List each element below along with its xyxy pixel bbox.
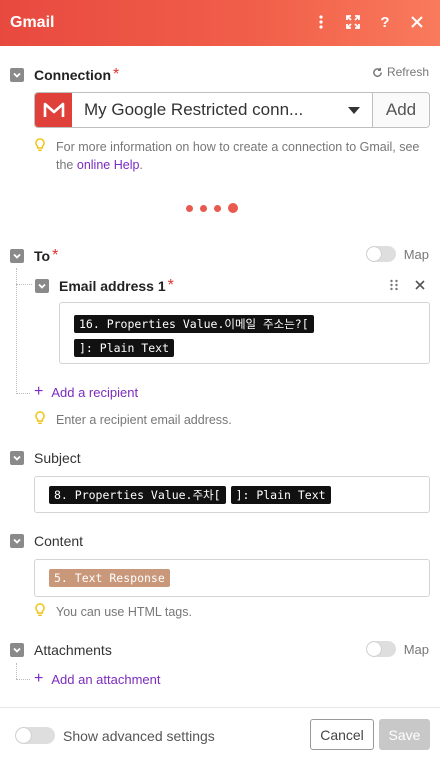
loading-dot <box>200 204 207 212</box>
required-mark: * <box>52 247 59 264</box>
refresh-button[interactable]: Refresh <box>372 65 429 79</box>
add-attachment-link[interactable]: + Add an attachment <box>34 671 160 687</box>
add-recipient-label: Add a recipient <box>51 384 139 400</box>
collapse-checkbox-icon[interactable] <box>10 451 24 465</box>
more-options-icon[interactable] <box>312 13 330 31</box>
connection-hint: For more information on how to create a … <box>34 138 424 174</box>
tree-connector <box>16 393 30 394</box>
connection-select: My Google Restricted conn... Add <box>34 92 430 128</box>
collapse-checkbox-icon[interactable] <box>10 249 24 263</box>
required-mark: * <box>113 66 120 83</box>
to-label: To <box>34 248 51 264</box>
recipient-hint-text: Enter a recipient email address. <box>56 413 232 427</box>
mapped-variable-pill[interactable]: 8. Properties Value.주차[ <box>49 485 226 504</box>
content-hint-text: You can use HTML tags. <box>56 605 192 619</box>
tree-connector <box>16 268 17 394</box>
plus-icon: + <box>34 670 44 687</box>
lightbulb-icon <box>34 411 48 430</box>
collapse-checkbox-icon[interactable] <box>10 68 24 82</box>
add-recipient-link[interactable]: + Add a recipient <box>34 384 138 400</box>
connection-selected-value: My Google Restricted conn... <box>84 100 304 119</box>
subject-section-header: Subject <box>10 450 81 466</box>
attachments-map-toggle[interactable]: Map <box>365 641 429 657</box>
refresh-icon <box>373 67 382 77</box>
advanced-settings-toggle[interactable]: Show advanced settings <box>15 727 215 744</box>
subject-input[interactable]: 8. Properties Value.주차[ ]: Plain Text <box>34 476 430 513</box>
mapped-variable-pill[interactable]: 5. Text Response <box>49 569 170 587</box>
loading-dot <box>186 204 193 212</box>
tree-connector <box>16 284 32 285</box>
cancel-button[interactable]: Cancel <box>310 719 374 750</box>
collapse-checkbox-icon[interactable] <box>35 279 49 293</box>
content-hint: You can use HTML tags. <box>34 603 192 622</box>
email-item-header: Email address 1 * <box>35 277 174 295</box>
help-icon[interactable]: ? <box>376 13 394 31</box>
mapped-variable-pill[interactable]: ]: Plain Text <box>230 485 331 504</box>
advanced-settings-label: Show advanced settings <box>63 727 215 744</box>
expand-icon[interactable] <box>344 13 362 31</box>
collapse-checkbox-icon[interactable] <box>10 534 24 548</box>
connection-section-header: Connection * <box>10 66 119 84</box>
close-icon[interactable] <box>408 13 426 31</box>
tree-connector <box>16 679 30 680</box>
content-input[interactable]: 5. Text Response <box>34 559 430 597</box>
subject-label: Subject <box>34 450 81 466</box>
save-button[interactable]: Save <box>379 719 430 750</box>
plus-icon: + <box>34 383 44 400</box>
map-toggle-switch[interactable] <box>365 641 396 657</box>
attachments-label: Attachments <box>34 642 112 658</box>
required-mark: * <box>167 277 174 294</box>
panel-header: Gmail ? <box>0 0 440 46</box>
gmail-logo-icon <box>35 93 72 127</box>
advanced-toggle-switch[interactable] <box>15 727 55 744</box>
panel-title: Gmail <box>10 14 55 31</box>
hint-period: . <box>139 158 143 172</box>
to-map-toggle[interactable]: Map <box>365 246 429 262</box>
lightbulb-icon <box>34 603 48 622</box>
add-attachment-label: Add an attachment <box>51 671 161 687</box>
content-section-header: Content <box>10 533 83 549</box>
online-help-link[interactable]: online Help <box>77 158 140 172</box>
to-section-header: To * <box>10 247 58 265</box>
map-label: Map <box>403 641 429 657</box>
panel-footer: Show advanced settings Cancel Save <box>0 707 440 757</box>
map-toggle-switch[interactable] <box>365 246 396 262</box>
tree-connector <box>16 663 17 679</box>
loading-dot <box>228 203 238 213</box>
add-connection-button[interactable]: Add <box>373 93 429 127</box>
loading-indicator <box>186 203 238 213</box>
email-address-input[interactable]: 16. Properties Value.이메일 주소는?[ ]: Plain … <box>59 302 430 364</box>
attachments-section-header: Attachments <box>10 642 112 658</box>
remove-item-icon[interactable] <box>413 278 427 292</box>
content-label: Content <box>34 533 84 549</box>
connection-label: Connection <box>34 67 111 83</box>
email-address-label: Email address 1 <box>59 278 166 294</box>
refresh-label: Refresh <box>386 65 429 79</box>
drag-handle-icon[interactable] <box>387 278 401 292</box>
header-actions: ? <box>312 13 426 31</box>
lightbulb-icon <box>34 138 48 174</box>
chevron-down-icon <box>348 107 360 114</box>
map-label: Map <box>403 246 429 262</box>
mapped-variable-pill[interactable]: ]: Plain Text <box>74 339 175 357</box>
mapped-variable-pill[interactable]: 16. Properties Value.이메일 주소는?[ <box>74 315 314 333</box>
collapse-checkbox-icon[interactable] <box>10 643 24 657</box>
connection-dropdown[interactable]: My Google Restricted conn... <box>72 93 373 127</box>
loading-dot <box>214 204 221 212</box>
recipient-hint: Enter a recipient email address. <box>34 411 232 430</box>
